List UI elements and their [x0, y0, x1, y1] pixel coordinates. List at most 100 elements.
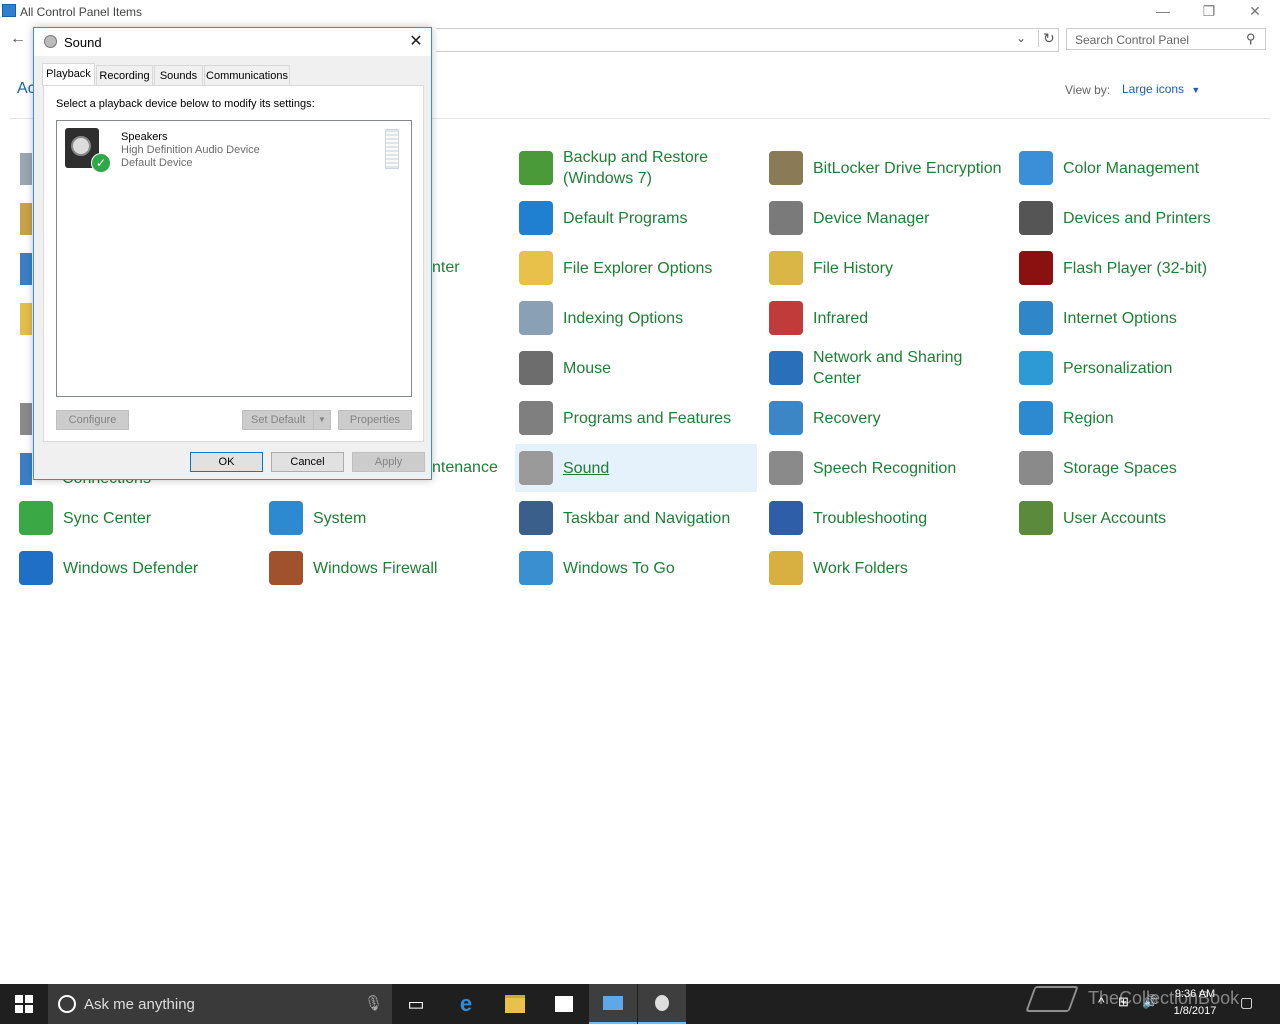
- tab-sounds[interactable]: Sounds: [154, 65, 203, 85]
- control-panel-item[interactable]: File Explorer Options: [515, 244, 757, 292]
- control-panel-item[interactable]: Windows Defender: [15, 544, 257, 592]
- troubleshooting-icon: [769, 501, 803, 535]
- control-panel-item[interactable]: Taskbar and Navigation: [515, 494, 757, 542]
- control-panel-item[interactable]: Storage Spaces: [1015, 444, 1257, 492]
- store-icon[interactable]: [540, 984, 588, 1024]
- playback-panel: Select a playback device below to modify…: [43, 85, 424, 442]
- view-by-dropdown[interactable]: Large icons ▼: [1122, 82, 1200, 96]
- control-panel-item[interactable]: Color Management: [1015, 144, 1257, 192]
- dropdown-arrow-icon[interactable]: ▼: [313, 411, 330, 429]
- device-item[interactable]: ✓ Speakers High Definition Audio Device …: [61, 125, 405, 175]
- back-arrow-icon[interactable]: ←: [10, 30, 26, 48]
- apply-button[interactable]: Apply: [352, 452, 425, 472]
- control-panel-item[interactable]: Network and Sharing Center: [765, 344, 1007, 392]
- microphone-icon[interactable]: 🎙: [364, 994, 383, 1012]
- tab-recording[interactable]: Recording: [96, 65, 153, 85]
- control-panel-item[interactable]: Region: [1015, 394, 1257, 442]
- set-default-button[interactable]: Set Default ▼: [242, 410, 331, 430]
- control-panel-item-label: Windows To Go: [563, 559, 675, 577]
- chevron-down-icon[interactable]: ⌄: [1016, 31, 1026, 45]
- caret-down-icon: ▼: [1191, 85, 1201, 95]
- control-panel-item[interactable]: Work Folders: [765, 544, 1007, 592]
- control-panel-item-label: Sync Center: [63, 509, 152, 527]
- instruction-text: Select a playback device below to modify…: [56, 98, 315, 110]
- control-panel-item[interactable]: System: [265, 494, 507, 542]
- control-panel-item[interactable]: Sound: [515, 444, 757, 492]
- control-panel-item[interactable]: Infrared: [765, 294, 1007, 342]
- clock-time[interactable]: 9:36 AM: [1170, 988, 1220, 1000]
- control-panel-item[interactable]: Recovery: [765, 394, 1007, 442]
- action-center-icon[interactable]: ▢: [1240, 994, 1253, 1011]
- control-panel-item-label: Speech Recognition: [813, 459, 957, 477]
- control-panel-item[interactable]: Windows Firewall: [265, 544, 507, 592]
- partial-item-label[interactable]: nter: [432, 259, 460, 277]
- control-panel-taskbar-icon[interactable]: [589, 984, 637, 1024]
- refresh-icon[interactable]: ↻: [1038, 30, 1055, 47]
- control-panel-item[interactable]: Mouse: [515, 344, 757, 392]
- control-panel-item[interactable]: Indexing Options: [515, 294, 757, 342]
- ok-button[interactable]: OK: [190, 452, 263, 472]
- infrared-icon: [769, 301, 803, 335]
- color-management-icon: [1019, 151, 1053, 185]
- control-panel-item[interactable]: Backup and Restore (Windows 7): [515, 144, 757, 192]
- control-panel-item-label: Flash Player (32-bit): [1063, 259, 1208, 277]
- control-panel-item[interactable]: Sync Center: [15, 494, 257, 542]
- backup-icon: [519, 151, 553, 185]
- control-panel-item[interactable]: Flash Player (32-bit): [1015, 244, 1257, 292]
- cancel-button[interactable]: Cancel: [271, 452, 344, 472]
- region-icon: [1019, 401, 1053, 435]
- clock-date[interactable]: 1/8/2017: [1170, 1005, 1220, 1017]
- file-explorer-options-icon: [519, 251, 553, 285]
- control-panel-item[interactable]: BitLocker Drive Encryption: [765, 144, 1007, 192]
- control-panel-item-label: Mouse: [563, 359, 612, 377]
- dialog-titlebar: Sound ✕: [34, 28, 431, 56]
- control-panel-item[interactable]: Internet Options: [1015, 294, 1257, 342]
- sound-taskbar-icon[interactable]: [638, 984, 686, 1024]
- control-panel-item[interactable]: Device Manager: [765, 194, 1007, 242]
- control-panel-item[interactable]: Troubleshooting: [765, 494, 1007, 542]
- recovery-icon: [769, 401, 803, 435]
- properties-button[interactable]: Properties: [338, 410, 412, 430]
- indexing-options-icon: [519, 301, 553, 335]
- minimize-button[interactable]: —: [1140, 0, 1186, 24]
- control-panel-item-label: Windows Firewall: [313, 559, 438, 577]
- configure-button[interactable]: Configure: [56, 410, 129, 430]
- task-view-icon[interactable]: ▭: [392, 984, 440, 1024]
- file-explorer-icon[interactable]: [491, 984, 539, 1024]
- file-history-icon: [769, 251, 803, 285]
- control-panel-item-label: Personalization: [1063, 359, 1173, 377]
- close-button[interactable]: ✕: [1232, 0, 1278, 24]
- control-panel-item-label: System: [313, 509, 367, 527]
- device-list[interactable]: ✓ Speakers High Definition Audio Device …: [56, 120, 412, 397]
- windows-firewall-icon: [269, 551, 303, 585]
- dialog-close-button[interactable]: ✕: [404, 31, 428, 53]
- control-panel-item[interactable]: Default Programs: [515, 194, 757, 242]
- partial-icon: [20, 153, 32, 185]
- window-title: All Control Panel Items: [20, 5, 143, 19]
- address-bar[interactable]: ⌄ ↻: [436, 28, 1059, 52]
- set-default-label: Set Default: [251, 414, 306, 426]
- restore-button[interactable]: ❐: [1186, 0, 1232, 24]
- control-panel-item[interactable]: File History: [765, 244, 1007, 292]
- partial-item-label[interactable]: ntenance: [432, 459, 498, 477]
- search-input[interactable]: Search Control Panel: [1066, 28, 1266, 50]
- control-panel-item[interactable]: Speech Recognition: [765, 444, 1007, 492]
- programs-features-icon: [519, 401, 553, 435]
- control-panel-item-label: BitLocker Drive Encryption: [813, 159, 1002, 177]
- control-panel-item[interactable]: Devices and Printers: [1015, 194, 1257, 242]
- control-panel-item[interactable]: Windows To Go: [515, 544, 757, 592]
- start-button[interactable]: [0, 984, 48, 1024]
- device-status: Default Device: [121, 157, 193, 169]
- control-panel-item[interactable]: Programs and Features: [515, 394, 757, 442]
- edge-browser-icon[interactable]: e: [442, 984, 490, 1024]
- view-by-value: Large icons: [1122, 82, 1185, 96]
- tab-communications[interactable]: Communications: [204, 65, 290, 85]
- bitlocker-icon: [769, 151, 803, 185]
- control-panel-item[interactable]: Personalization: [1015, 344, 1257, 392]
- control-panel-item-label: Programs and Features: [563, 409, 732, 427]
- window-titlebar: All Control Panel Items — ❐ ✕: [0, 0, 1280, 24]
- search-icon[interactable]: ⚲: [1246, 31, 1256, 47]
- device-name: Speakers: [121, 131, 168, 143]
- tab-playback[interactable]: Playback: [42, 63, 95, 86]
- control-panel-item[interactable]: User Accounts: [1015, 494, 1257, 542]
